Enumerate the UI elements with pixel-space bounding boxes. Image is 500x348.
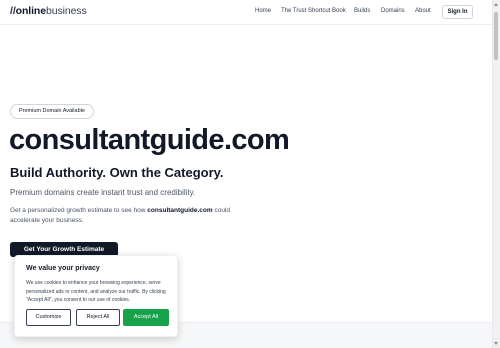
scrollbar-thumb[interactable] xyxy=(494,12,498,60)
customize-button[interactable]: Customize xyxy=(26,309,71,326)
cookie-text: We use cookies to enhance your browsing … xyxy=(26,280,166,303)
desc-domain: consultantguide.com xyxy=(147,207,213,214)
hero-subtext: Premium domains create instant trust and… xyxy=(10,188,196,197)
scroll-up-arrow-icon[interactable] xyxy=(494,3,498,6)
hero-description: Get a personalized growth estimate to se… xyxy=(10,206,250,226)
reject-all-button[interactable]: Reject All xyxy=(76,309,120,326)
accept-all-button[interactable]: Accept All xyxy=(123,309,169,326)
logo[interactable]: //onlinebusiness xyxy=(10,5,87,17)
cookie-banner: We value your privacy We use cookies to … xyxy=(14,255,178,337)
logo-part-business: business xyxy=(45,5,87,17)
desc-prefix: Get a personalized growth estimate to se… xyxy=(10,207,148,214)
nav-item-trust-shortcut-book[interactable]: The Trust Shortcut Book xyxy=(281,8,346,14)
scroll-down-arrow-icon[interactable] xyxy=(494,342,498,345)
cookie-title: We value your privacy xyxy=(26,265,100,272)
logo-part-online: online xyxy=(15,5,46,17)
nav-item-builds[interactable]: Builds xyxy=(354,8,370,14)
sign-in-button[interactable]: Sign In xyxy=(442,5,473,19)
top-nav: //onlinebusiness Home The Trust Shortcut… xyxy=(0,0,492,25)
nav-item-about[interactable]: About xyxy=(415,8,431,14)
nav-item-home[interactable]: Home xyxy=(255,8,271,14)
domain-heading: consultantguide.com xyxy=(9,124,290,156)
premium-badge: Premium Domain Available xyxy=(10,104,94,119)
nav-item-domains[interactable]: Domains xyxy=(381,8,405,14)
tagline: Build Authority. Own the Category. xyxy=(10,165,224,180)
